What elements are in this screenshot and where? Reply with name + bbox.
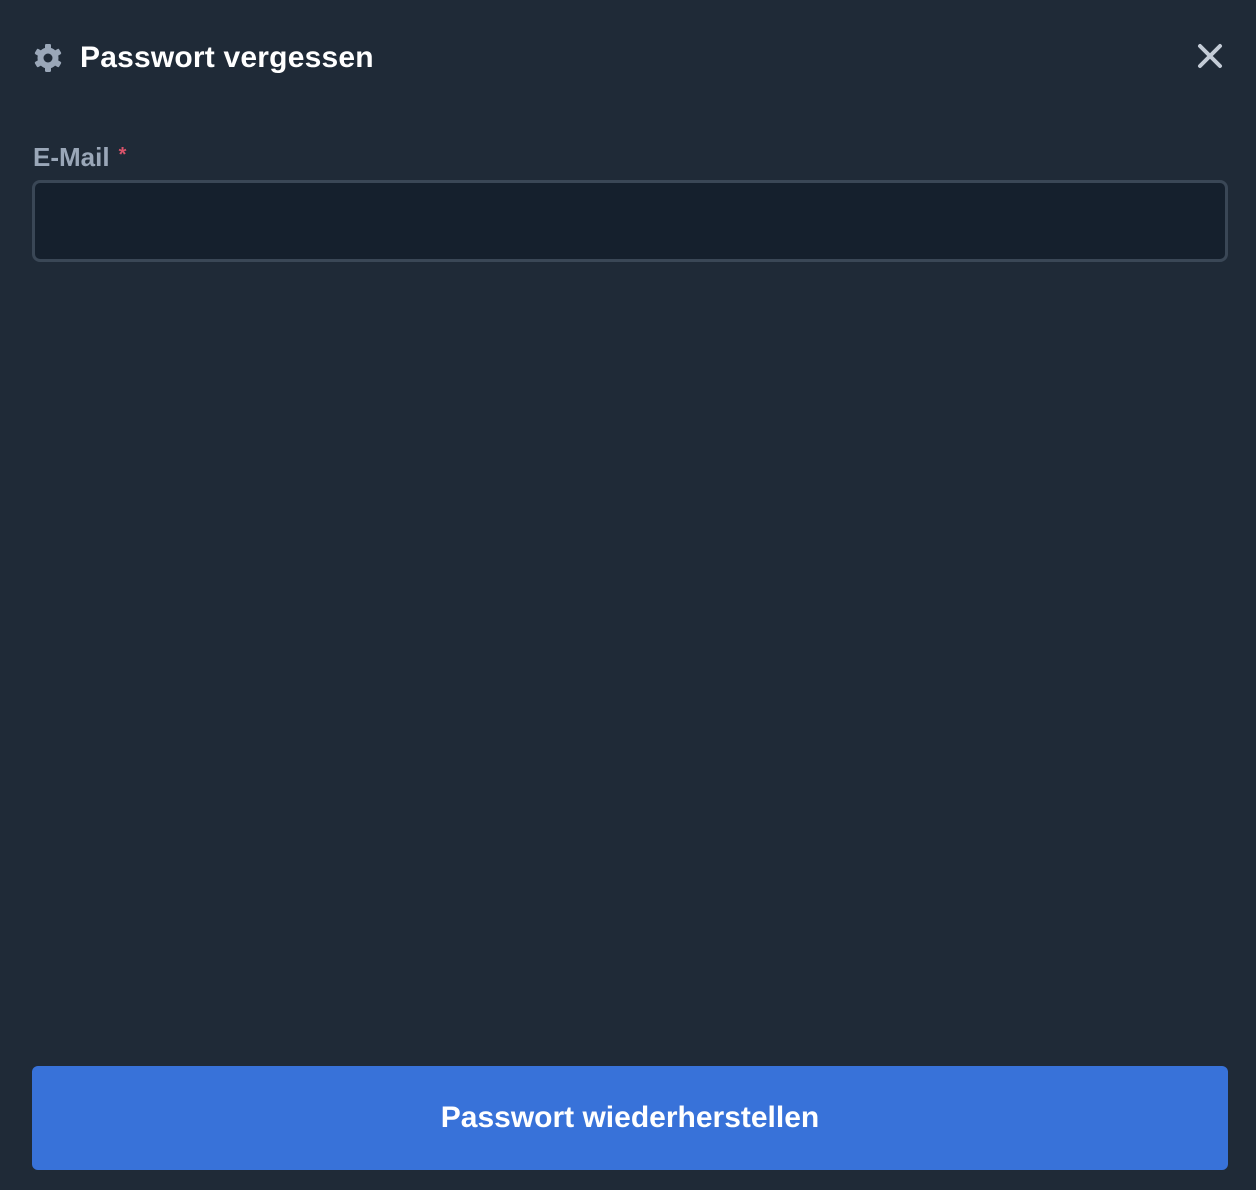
forgot-password-dialog: Passwort vergessen E-Mail * Passwort wie… [0, 0, 1256, 1190]
dialog-title: Passwort vergessen [80, 41, 374, 74]
dialog-header: Passwort vergessen [32, 38, 374, 78]
close-button[interactable] [1194, 40, 1226, 72]
email-label: E-Mail * [33, 142, 126, 173]
email-label-text: E-Mail [33, 142, 110, 172]
restore-password-button[interactable]: Passwort wiederherstellen [32, 1066, 1228, 1170]
email-field[interactable] [32, 180, 1228, 262]
close-icon [1198, 44, 1222, 68]
required-marker: * [118, 144, 127, 166]
gear-icon [32, 42, 64, 74]
